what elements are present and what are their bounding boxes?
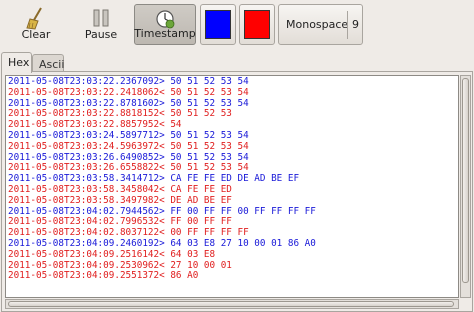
clock-icon bbox=[154, 8, 176, 33]
broom-icon bbox=[25, 7, 47, 34]
hex-tab-pane: 2011-05-08T23:03:22.2367092> 50 51 52 53… bbox=[1, 71, 473, 312]
tab-bar: Hex Ascii bbox=[0, 52, 474, 73]
font-separator bbox=[347, 11, 348, 39]
log-line: 2011-05-08T23:03:24.5963972< 50 51 52 53… bbox=[8, 140, 249, 152]
toolbar: Clear Pause Timestamp Monospace 9 bbox=[0, 0, 474, 48]
vertical-scroll-thumb[interactable] bbox=[462, 78, 469, 283]
log-line: 2011-05-08T23:03:58.3497982< DE AD BE EF bbox=[8, 194, 232, 206]
font-size: 9 bbox=[352, 18, 359, 31]
receive-color-button[interactable] bbox=[239, 4, 275, 45]
blue-color-swatch bbox=[205, 10, 231, 39]
log-line: 2011-05-08T23:04:09.2516142< 64 03 E8 bbox=[8, 248, 216, 260]
font-button[interactable]: Monospace 9 bbox=[278, 4, 363, 45]
log-line: 2011-05-08T23:04:09.2551372< 86 A0 bbox=[8, 270, 199, 282]
font-name: Monospace bbox=[286, 18, 349, 31]
horizontal-scrollbar[interactable] bbox=[5, 299, 459, 309]
log-lines: 2011-05-08T23:03:22.2367092> 50 51 52 53… bbox=[6, 76, 316, 282]
timestamp-toggle-button[interactable]: Timestamp bbox=[134, 4, 196, 45]
log-line: 2011-05-08T23:03:22.2418062< 50 51 52 53… bbox=[8, 86, 249, 98]
vertical-scrollbar[interactable] bbox=[460, 75, 471, 298]
red-color-swatch bbox=[244, 10, 270, 39]
tab-ascii[interactable]: Ascii bbox=[32, 54, 64, 72]
pause-button[interactable]: Pause bbox=[72, 4, 130, 45]
log-text-view[interactable]: 2011-05-08T23:03:22.2367092> 50 51 52 53… bbox=[5, 75, 459, 298]
send-color-button[interactable] bbox=[200, 4, 236, 45]
tab-hex[interactable]: Hex bbox=[1, 52, 32, 73]
horizontal-scroll-thumb[interactable] bbox=[8, 301, 454, 307]
clear-button[interactable]: Clear bbox=[10, 4, 62, 45]
pause-icon bbox=[91, 7, 111, 32]
